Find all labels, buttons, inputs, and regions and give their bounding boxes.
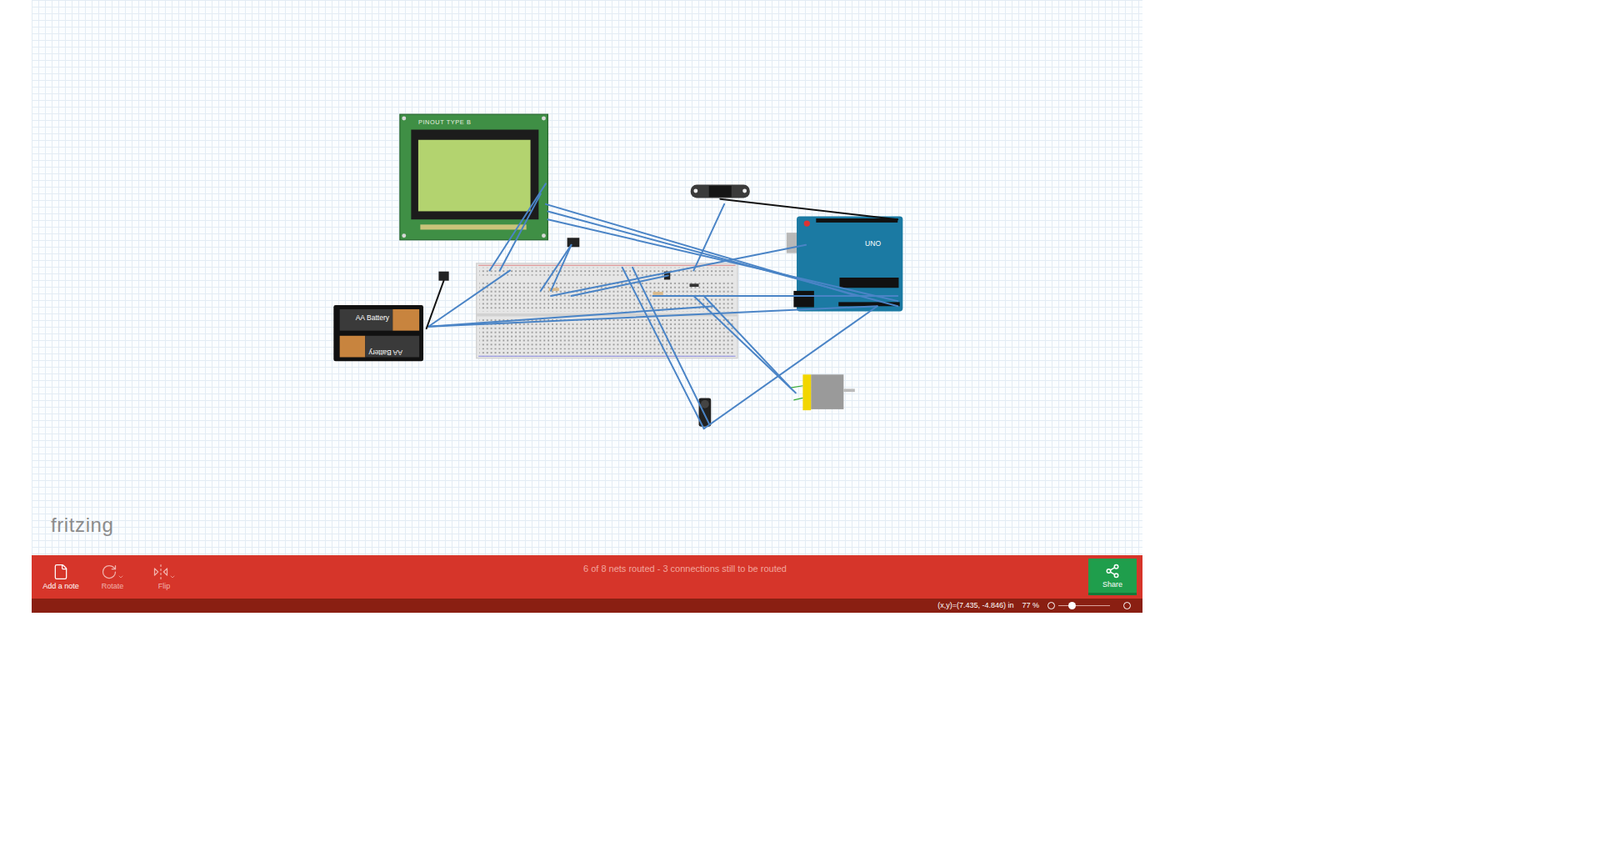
- dropdown-icon: [169, 573, 176, 580]
- fritzing-window: PINOUT TYPE B AA Battery AA Battery UNO frit…: [0, 0, 1600, 867]
- toolbar-button[interactable]: Add a note: [35, 563, 87, 590]
- routing-status: 6 of 8 nets routed - 3 connections still…: [190, 555, 1089, 576]
- flip-icon: [152, 563, 170, 580]
- zoom-in-icon[interactable]: [1123, 601, 1131, 610]
- dc-motor[interactable]: [790, 374, 855, 410]
- breadboard-canvas[interactable]: PINOUT TYPE B AA Battery AA Battery UNO frit…: [31, 0, 1143, 555]
- toolbar-button[interactable]: Rotate: [86, 563, 139, 590]
- share-button[interactable]: Share: [1088, 558, 1137, 595]
- dropdown-icon: [117, 573, 125, 580]
- distance-sensor[interactable]: [690, 185, 750, 199]
- arduino-uno[interactable]: UNO: [786, 216, 904, 312]
- zoom-level: 77 %: [1021, 600, 1040, 612]
- svg-text:UNO: UNO: [865, 239, 881, 248]
- circuit-diagram: PINOUT TYPE B AA Battery AA Battery UNO: [31, 0, 1143, 555]
- status-bar: (x,y)=(7.435, -4.846) in 77 %: [31, 598, 1143, 613]
- svg-text:PINOUT TYPE B: PINOUT TYPE B: [418, 118, 471, 126]
- zoom-out-icon[interactable]: [1047, 601, 1055, 610]
- slide-switch[interactable]: [567, 237, 580, 247]
- toolbar-button[interactable]: Flip: [138, 563, 190, 590]
- rotate-icon: [100, 563, 118, 580]
- toolbar: Add a noteRotateFlip6 of 8 nets routed -…: [31, 555, 1143, 599]
- svg-text:AA Battery: AA Battery: [368, 348, 403, 357]
- note-icon: [52, 563, 70, 580]
- fritzing-logo: fritzing: [50, 510, 115, 540]
- cursor-coordinates: (x,y)=(7.435, -4.846) in: [937, 600, 1014, 612]
- battery-pack[interactable]: AA Battery AA Battery: [333, 305, 424, 361]
- slide-switch[interactable]: [438, 271, 449, 281]
- zoom-slider[interactable]: [1058, 605, 1110, 606]
- wires[interactable]: [426, 183, 899, 429]
- svg-text:AA Battery: AA Battery: [355, 313, 390, 322]
- share-icon: [1105, 563, 1120, 579]
- breadboard[interactable]: [476, 263, 738, 359]
